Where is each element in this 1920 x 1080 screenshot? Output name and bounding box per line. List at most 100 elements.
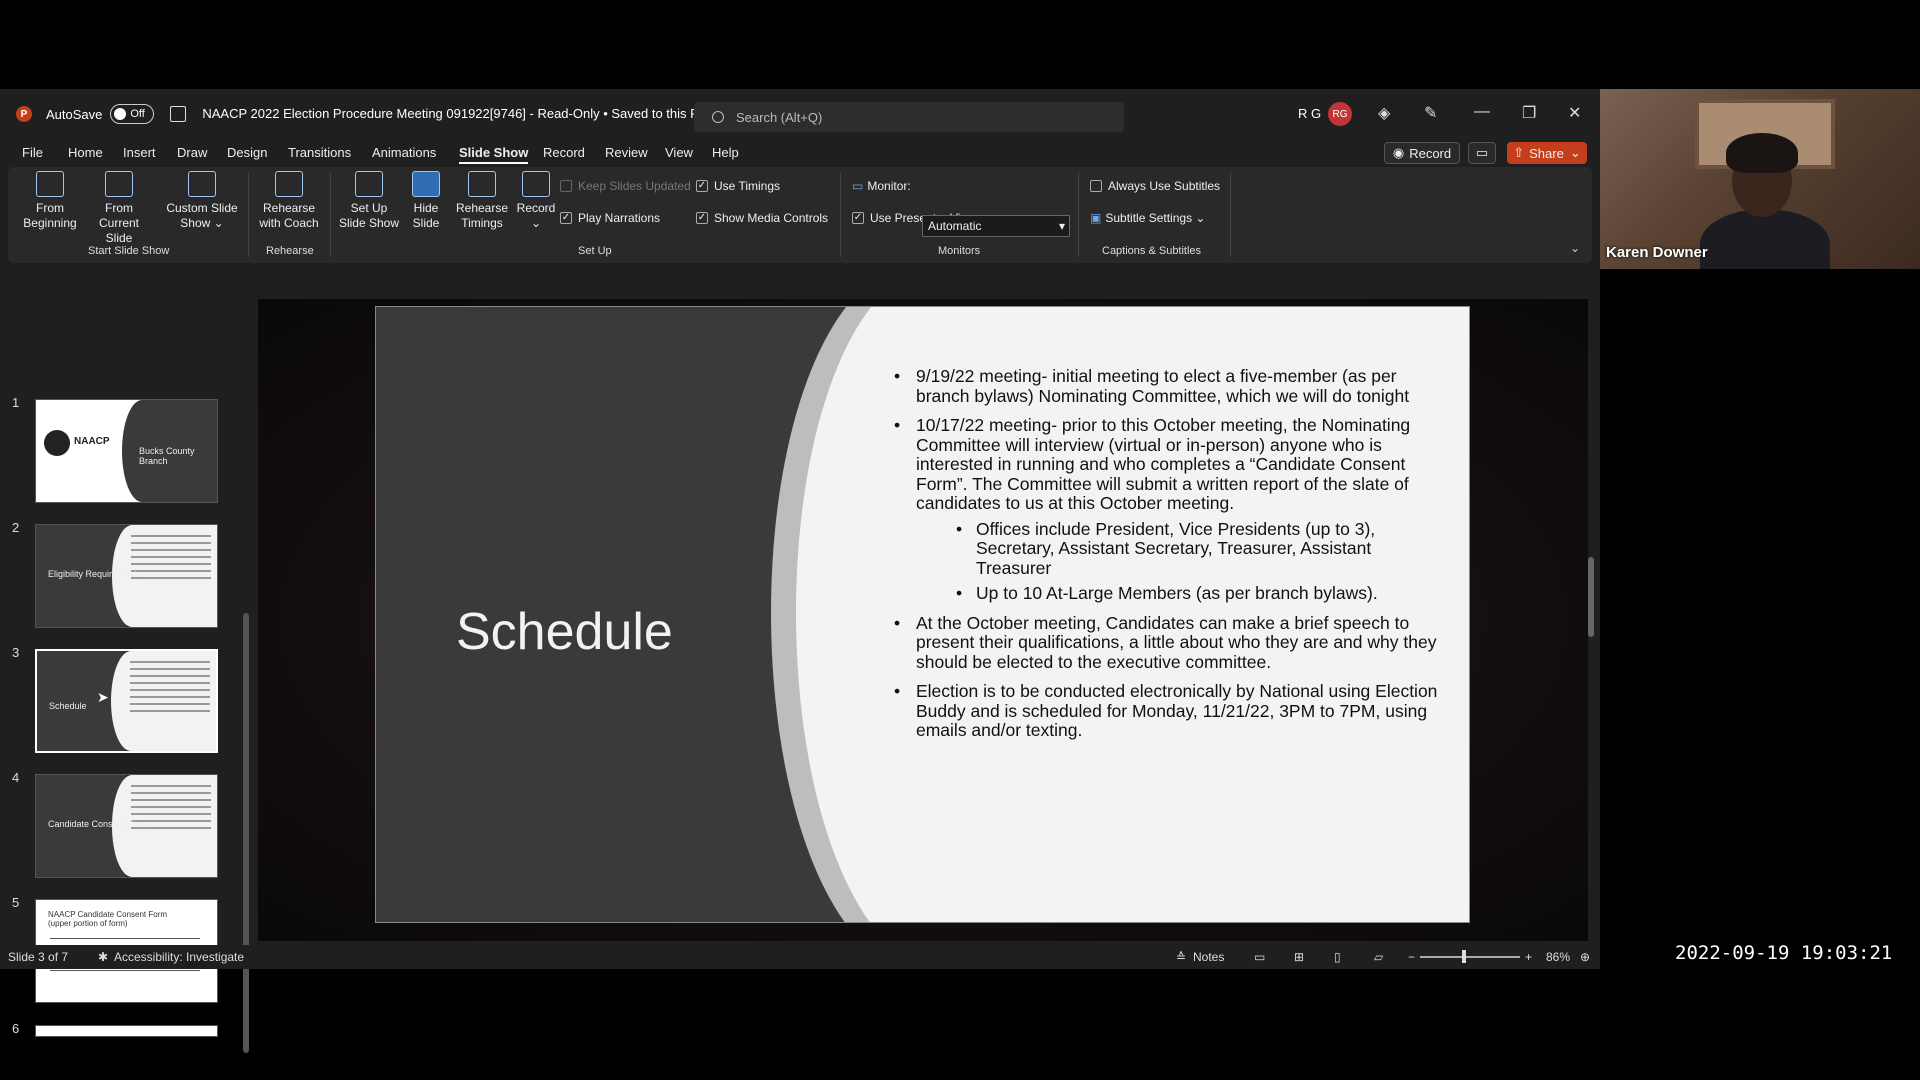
always-subtitles-checkbox[interactable]: Always Use Subtitles bbox=[1090, 179, 1220, 193]
accessibility-status[interactable]: Accessibility: Investigate bbox=[114, 950, 244, 964]
checkmark-icon: ✓ bbox=[852, 212, 864, 224]
save-icon[interactable] bbox=[170, 106, 187, 122]
custom-show-button[interactable]: Custom Slide Show ⌄ bbox=[162, 171, 242, 231]
tab-slide-show[interactable]: Slide Show bbox=[459, 145, 529, 164]
zoom-in-icon[interactable]: + bbox=[1525, 950, 1532, 964]
slide-thumbnail-2[interactable]: Eligibility Requirements bbox=[35, 524, 218, 628]
minimize-icon[interactable]: — bbox=[1474, 103, 1490, 121]
bullet-item: 10/17/22 meeting- prior to this October … bbox=[894, 415, 1444, 604]
checkmark-icon: ✓ bbox=[560, 212, 572, 224]
share-button[interactable]: ⇧ Share ⌄ bbox=[1507, 142, 1587, 164]
show-media-checkbox[interactable]: ✓ Show Media Controls bbox=[696, 211, 828, 225]
user-initials: R G bbox=[1298, 106, 1322, 121]
set-up-button[interactable]: Set Up Slide Show bbox=[338, 171, 400, 231]
search-icon bbox=[712, 111, 724, 123]
pen-icon[interactable]: ✎ bbox=[1424, 103, 1437, 123]
collapse-ribbon-icon[interactable]: ⌄ bbox=[1570, 241, 1580, 255]
zoom-out-icon[interactable]: − bbox=[1408, 950, 1415, 964]
keep-updated-label: Keep Slides Updated bbox=[578, 179, 691, 193]
timings-icon bbox=[468, 171, 496, 197]
slide-body: 9/19/22 meeting- initial meeting to elec… bbox=[894, 366, 1444, 751]
slide-sorter-icon[interactable]: ⊞ bbox=[1294, 950, 1304, 964]
tab-help[interactable]: Help bbox=[712, 145, 739, 160]
rehearse-coach-button[interactable]: Rehearse with Coach bbox=[254, 171, 324, 231]
checkbox-empty-icon bbox=[1090, 180, 1102, 192]
thumb-light-panel bbox=[111, 651, 216, 751]
ribbon-divider bbox=[330, 173, 331, 257]
naacp-seal-icon bbox=[44, 430, 70, 456]
tab-home[interactable]: Home bbox=[68, 145, 103, 160]
recording-timestamp: 2022-09-19 19:03:21 bbox=[1675, 942, 1893, 964]
zoom-level[interactable]: 86% bbox=[1546, 950, 1570, 964]
play-narrations-checkbox[interactable]: ✓ Play Narrations bbox=[560, 211, 660, 225]
checkmark-icon: ✓ bbox=[696, 212, 708, 224]
subtitle-settings-button[interactable]: ▣ Subtitle Settings ⌄ bbox=[1090, 211, 1205, 225]
slide-count: Slide 3 of 7 bbox=[8, 950, 69, 964]
accessibility-icon[interactable]: ✱ bbox=[98, 950, 108, 964]
document-title[interactable]: NAACP 2022 Election Procedure Meeting 09… bbox=[202, 106, 722, 122]
use-timings-checkbox[interactable]: ✓ Use Timings bbox=[696, 179, 780, 193]
record-ribbon-button[interactable]: Record ⌄ bbox=[514, 171, 558, 231]
slide-thumbnail-3[interactable]: Schedule ➤ bbox=[33, 647, 220, 755]
custom-show-label: Custom Slide Show ⌄ bbox=[166, 201, 238, 230]
zoom-slider-thumb[interactable] bbox=[1462, 950, 1466, 963]
use-timings-label: Use Timings bbox=[714, 179, 781, 193]
search-placeholder: Search (Alt+Q) bbox=[736, 109, 823, 125]
show-media-label: Show Media Controls bbox=[714, 211, 829, 225]
share-icon: ⇧ bbox=[1513, 145, 1525, 160]
hide-slide-button[interactable]: Hide Slide bbox=[404, 171, 448, 231]
slide-canvas[interactable]: Schedule 9/19/22 meeting- initial meetin… bbox=[375, 306, 1470, 923]
chevron-down-icon: ⌄ bbox=[1569, 145, 1581, 160]
custom-show-icon bbox=[188, 171, 216, 197]
record-button[interactable]: ◉ Record bbox=[1384, 142, 1460, 164]
rehearse-timings-button[interactable]: Rehearse Timings bbox=[454, 171, 510, 231]
thumb-3-label: Schedule bbox=[49, 701, 87, 711]
tab-review[interactable]: Review bbox=[605, 145, 648, 160]
tab-draw[interactable]: Draw bbox=[177, 145, 207, 160]
editor-scrollbar[interactable] bbox=[1588, 557, 1594, 637]
tab-view[interactable]: View bbox=[665, 145, 693, 160]
from-beginning-button[interactable]: From Beginning bbox=[20, 171, 80, 231]
zoom-slider[interactable] bbox=[1420, 956, 1520, 958]
hide-slide-icon bbox=[412, 171, 440, 197]
from-current-button[interactable]: From Current Slide bbox=[86, 171, 152, 246]
status-bar: Slide 3 of 7 ✱ Accessibility: Investigat… bbox=[0, 945, 1600, 969]
keep-updated-checkbox[interactable]: Keep Slides Updated bbox=[560, 179, 691, 193]
autosave-toggle[interactable]: Off bbox=[110, 104, 155, 124]
reading-view-icon[interactable]: ▯ bbox=[1334, 950, 1341, 964]
tab-file[interactable]: File bbox=[22, 145, 43, 160]
tab-animations[interactable]: Animations bbox=[372, 145, 436, 160]
monitor-value: Automatic bbox=[928, 219, 982, 233]
slide-thumbnail-6[interactable] bbox=[35, 1025, 218, 1037]
normal-view-icon[interactable]: ▭ bbox=[1254, 950, 1265, 964]
from-current-label: From Current Slide bbox=[98, 201, 139, 245]
toggle-knob-icon bbox=[114, 108, 127, 120]
tab-transitions[interactable]: Transitions bbox=[288, 145, 351, 160]
slide-thumbnail-1[interactable]: NAACP Bucks County Branch bbox=[35, 399, 218, 503]
thumbnail-scrollbar[interactable] bbox=[243, 613, 249, 1053]
restore-icon[interactable]: ❐ bbox=[1522, 103, 1536, 123]
search-box[interactable]: Search (Alt+Q) bbox=[694, 102, 1124, 132]
tab-insert[interactable]: Insert bbox=[123, 145, 156, 160]
slideshow-view-icon[interactable]: ▱ bbox=[1374, 950, 1383, 964]
tab-design[interactable]: Design bbox=[227, 145, 267, 160]
comments-button[interactable]: ▭ bbox=[1468, 142, 1496, 164]
diamond-icon[interactable]: ◈ bbox=[1378, 103, 1390, 123]
slide-thumbnail-4[interactable]: Candidate Consent Form bbox=[35, 774, 218, 878]
participant-body bbox=[1700, 209, 1830, 269]
close-icon[interactable]: ✕ bbox=[1568, 103, 1581, 123]
ribbon-divider bbox=[1078, 173, 1079, 257]
notes-icon[interactable]: ≙ bbox=[1176, 950, 1186, 964]
avatar[interactable]: RG bbox=[1328, 102, 1352, 126]
ribbon-divider bbox=[1230, 173, 1231, 257]
from-beginning-label: From Beginning bbox=[23, 201, 77, 230]
thumb-2-label: Eligibility Requirements bbox=[48, 569, 142, 579]
tab-record[interactable]: Record bbox=[543, 145, 585, 160]
participant-video: Karen Downer bbox=[1600, 89, 1920, 269]
setup-icon bbox=[355, 171, 383, 197]
subtitle-icon: ▣ bbox=[1090, 211, 1102, 225]
monitor-select[interactable]: Automatic ▾ bbox=[922, 215, 1070, 237]
thumb-number: 1 bbox=[12, 395, 20, 410]
fit-slide-icon[interactable]: ⊕ bbox=[1580, 950, 1590, 964]
notes-button[interactable]: Notes bbox=[1193, 950, 1224, 964]
